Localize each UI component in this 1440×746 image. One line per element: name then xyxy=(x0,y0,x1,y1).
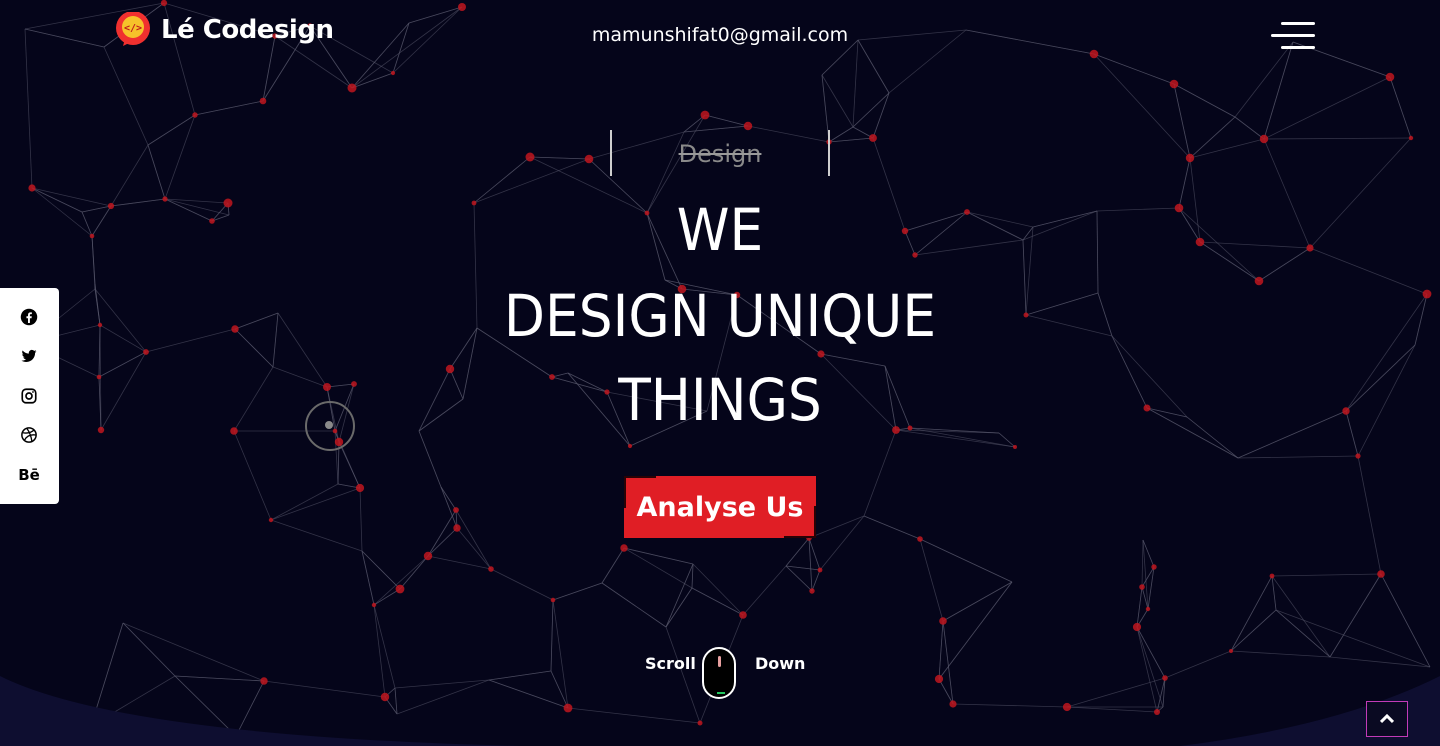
facebook-icon[interactable] xyxy=(18,306,40,328)
hero-section: </> Lé Codesign mamunshifat0@gmail.com B… xyxy=(0,0,1440,746)
hero-heading-line-1: WE xyxy=(676,196,764,264)
bottom-wave-left xyxy=(0,676,520,746)
chevron-up-icon xyxy=(1380,714,1394,724)
hero-heading-line-2: DESIGN UNIQUE xyxy=(503,282,937,350)
back-to-top-button[interactable] xyxy=(1366,701,1408,737)
custom-cursor-dot xyxy=(325,421,333,429)
typed-word-box: Design xyxy=(610,130,830,176)
contact-email[interactable]: mamunshifat0@gmail.com xyxy=(592,24,848,46)
header-email-wrap: mamunshifat0@gmail.com xyxy=(0,24,1440,46)
hamburger-menu-icon[interactable] xyxy=(1268,20,1318,54)
social-sidebar: Bē xyxy=(0,288,59,504)
analyse-us-button[interactable]: Analyse Us xyxy=(624,476,816,538)
down-label: Down xyxy=(755,654,806,673)
twitter-icon[interactable] xyxy=(18,345,40,367)
dribbble-icon[interactable] xyxy=(18,424,40,446)
hero-heading-line-3: THINGS xyxy=(618,366,822,434)
instagram-icon[interactable] xyxy=(18,385,40,407)
scroll-label: Scroll xyxy=(645,654,696,673)
scroll-mouse-icon[interactable] xyxy=(702,647,736,699)
typed-word: Design xyxy=(678,140,762,168)
analyse-us-label: Analyse Us xyxy=(636,491,804,523)
behance-icon[interactable]: Bē xyxy=(18,464,40,486)
